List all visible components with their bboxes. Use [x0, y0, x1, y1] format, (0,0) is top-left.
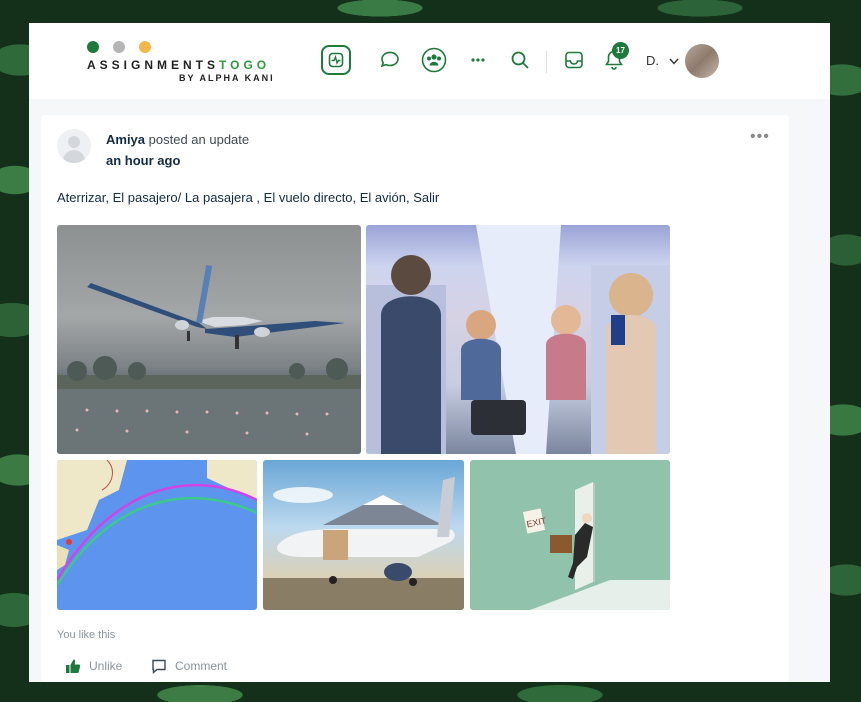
airplane-landing-image	[57, 264, 361, 454]
photo-flight-map[interactable]	[57, 460, 257, 610]
author-name[interactable]: Amiya	[106, 132, 145, 147]
photo-exit-door[interactable]: EXIT	[470, 460, 670, 610]
nav-activity[interactable]	[321, 45, 351, 75]
post-time[interactable]: an hour ago	[106, 153, 180, 168]
post-text: Aterrizar, El pasajero/ La pasajera , El…	[57, 190, 440, 205]
top-header: ASSIGNMENTSTOGO BY ALPHA KANI 17 D.	[29, 23, 830, 99]
logo-dot-gray	[113, 41, 125, 53]
app-window: ASSIGNMENTSTOGO BY ALPHA KANI 17 D. Amiy…	[29, 23, 830, 682]
photo-airplane-tarmac[interactable]	[263, 460, 464, 610]
post-options-button[interactable]: •••	[750, 128, 770, 146]
likes-summary: You like this	[57, 629, 116, 641]
logo-subtitle: BY ALPHA KANI	[179, 73, 275, 83]
inbox-icon	[565, 51, 583, 69]
thumbs-up-icon	[66, 659, 81, 673]
photo-cabin-passengers[interactable]	[366, 225, 670, 454]
unlike-button[interactable]: Unlike	[65, 658, 122, 674]
nav-separator	[546, 51, 547, 73]
logo-dots	[87, 41, 151, 53]
exit-door-image: EXIT	[522, 482, 670, 610]
nav-groups[interactable]	[419, 45, 449, 75]
comment-button[interactable]: Comment	[151, 658, 227, 674]
nav-messages[interactable]	[375, 45, 405, 75]
comment-icon	[152, 659, 166, 674]
logo-dot-yellow	[139, 41, 151, 53]
logo-text-a: ASSIGNMENTS	[87, 58, 220, 72]
user-avatar[interactable]	[685, 44, 719, 78]
airplane-tarmac-image	[263, 477, 464, 610]
cabin-passengers-image	[366, 225, 670, 454]
activity-post: Amiya posted an update an hour ago ••• A…	[41, 115, 789, 682]
nav-search[interactable]	[505, 45, 535, 75]
logo-text-b: TOGO	[219, 58, 271, 72]
post-header: Amiya posted an update	[106, 132, 249, 147]
post-action: posted an update	[145, 132, 250, 147]
chevron-down-icon	[669, 58, 679, 65]
author-avatar[interactable]	[57, 129, 91, 163]
notification-badge: 17	[612, 42, 629, 59]
unlike-label: Unlike	[89, 659, 123, 673]
messages-icon	[380, 51, 399, 68]
more-icon	[471, 58, 485, 62]
search-icon	[511, 51, 529, 69]
comment-label: Comment	[175, 659, 228, 673]
site-logo[interactable]: ASSIGNMENTSTOGO	[87, 58, 270, 72]
photo-airplane-landing[interactable]	[57, 225, 361, 454]
logo-dot-green	[87, 41, 99, 53]
nav-more[interactable]	[463, 45, 493, 75]
user-menu-label[interactable]: D.	[646, 53, 679, 68]
flight-map-image	[57, 460, 257, 586]
content-area: Amiya posted an update an hour ago ••• A…	[29, 99, 830, 682]
nav-inbox[interactable]	[559, 45, 589, 75]
groups-icon	[421, 47, 447, 73]
user-initial: D.	[646, 53, 659, 68]
activity-icon	[328, 52, 344, 68]
